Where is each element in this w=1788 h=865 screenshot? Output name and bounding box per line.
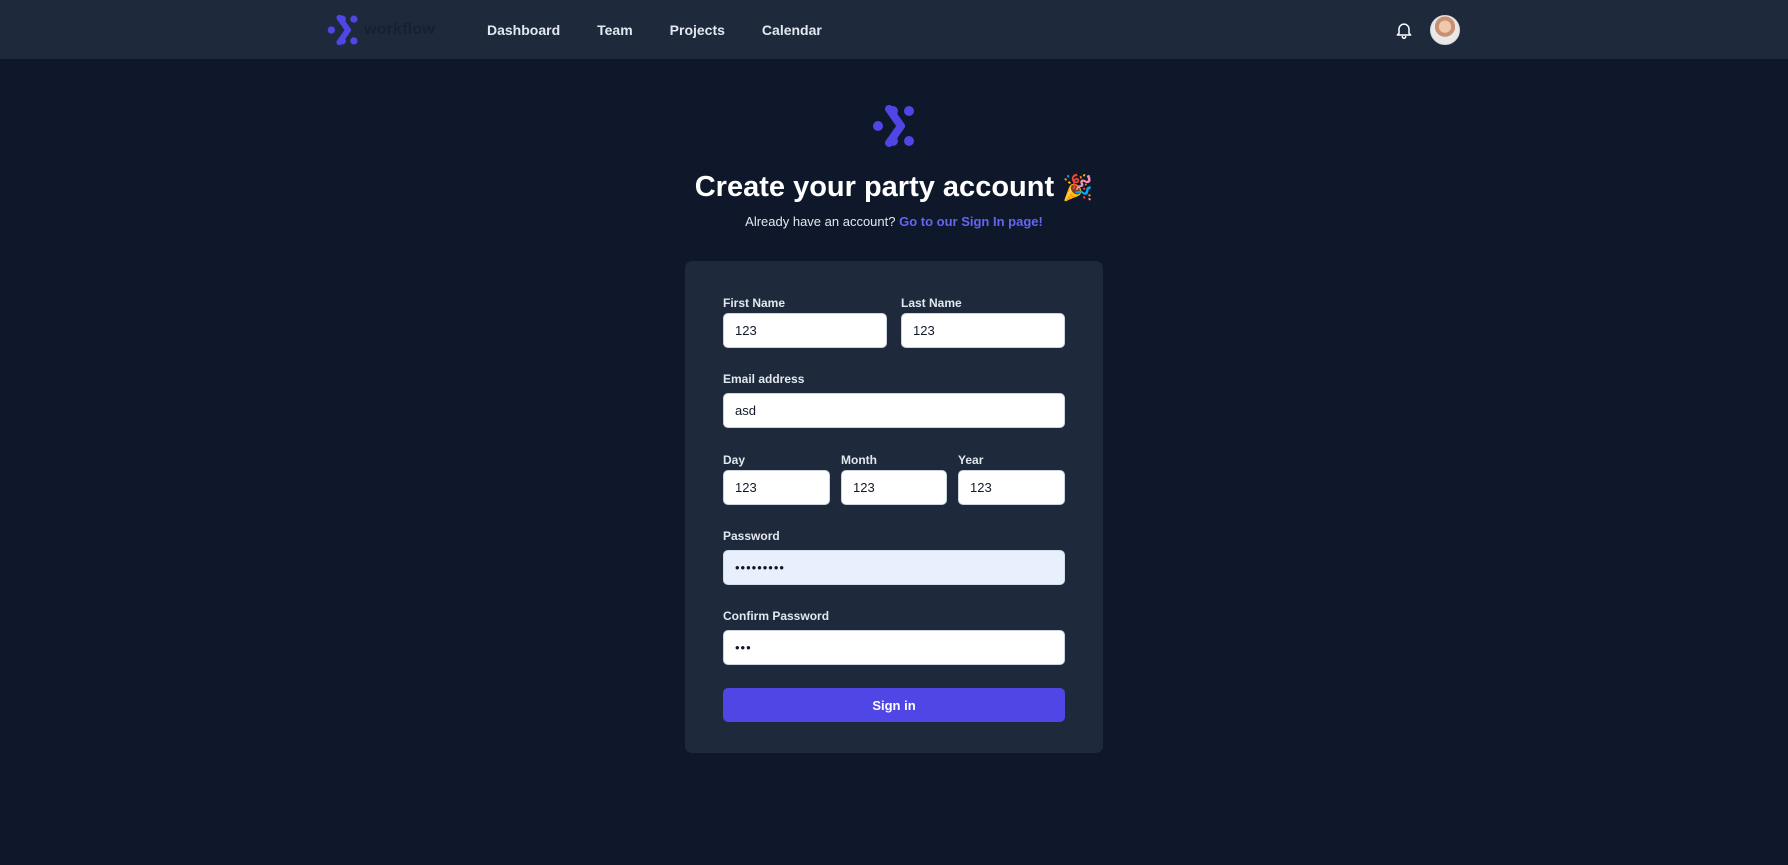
month-input[interactable] — [841, 470, 947, 505]
password-label: Password — [723, 529, 780, 543]
page-title-text: Create your party account — [694, 171, 1055, 203]
bell-icon[interactable] — [1394, 19, 1414, 41]
password-input[interactable] — [723, 550, 1065, 585]
nav-team[interactable]: Team — [597, 22, 633, 38]
top-navigation: workflow Dashboard Team Projects Calenda… — [0, 0, 1788, 59]
last-name-label: Last Name — [901, 296, 962, 310]
email-input[interactable] — [723, 393, 1065, 428]
signin-link[interactable]: Go to our Sign In page! — [899, 214, 1043, 229]
last-name-input[interactable] — [901, 313, 1065, 348]
first-name-label: First Name — [723, 296, 786, 310]
avatar[interactable] — [1430, 15, 1460, 45]
year-label: Year — [958, 453, 984, 467]
confirm-password-label: Confirm Password — [723, 609, 830, 623]
signin-prompt-text: Already have an account? — [745, 214, 896, 229]
signup-form: First Name Last Name Email address Day M… — [685, 261, 1103, 753]
signin-prompt: Already have an account? Go to our Sign … — [0, 214, 1788, 229]
primary-nav: Dashboard Team Projects Calendar — [487, 0, 822, 59]
brand[interactable]: workflow — [326, 14, 460, 46]
party-popper-icon: 🎉 — [1062, 173, 1094, 202]
brand-wordmark: workflow — [364, 21, 435, 38]
first-name-input[interactable] — [723, 313, 887, 348]
page-title: Create your party account 🎉 — [0, 171, 1788, 204]
day-input[interactable] — [723, 470, 830, 505]
year-input[interactable] — [958, 470, 1065, 505]
sign-in-button[interactable]: Sign in — [723, 688, 1065, 722]
workflow-logo-icon — [327, 14, 358, 46]
day-label: Day — [723, 453, 746, 467]
nav-dashboard[interactable]: Dashboard — [487, 22, 560, 38]
email-label: Email address — [723, 372, 805, 386]
workflow-logo-icon — [873, 105, 914, 147]
nav-projects[interactable]: Projects — [670, 22, 725, 38]
month-label: Month — [841, 453, 877, 467]
confirm-password-input[interactable] — [723, 630, 1065, 665]
nav-calendar[interactable]: Calendar — [762, 22, 822, 38]
